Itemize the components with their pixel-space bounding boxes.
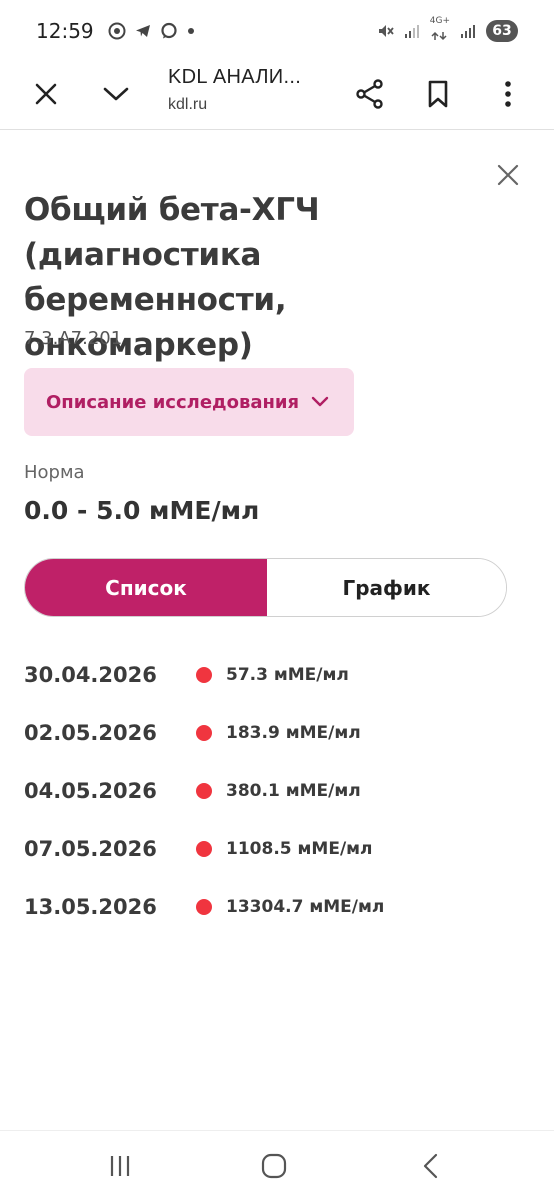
tab-graph[interactable]: График — [267, 559, 506, 616]
out-of-range-indicator — [196, 725, 212, 741]
page-url: kdl.ru — [168, 96, 208, 113]
test-code: 7.3.A7.201 — [24, 328, 123, 349]
result-value: 1108.5 мМЕ/мл — [226, 839, 373, 859]
signal-icon — [404, 25, 419, 38]
close-tab-button[interactable] — [24, 72, 68, 116]
home-icon — [261, 1153, 287, 1179]
more-vert-icon — [505, 81, 511, 107]
result-date: 04.05.2026 — [24, 779, 157, 803]
out-of-range-indicator — [196, 783, 212, 799]
norm-value: 0.0 - 5.0 мМЕ/мл — [24, 496, 260, 525]
close-icon — [35, 83, 57, 105]
more-options-button[interactable] — [486, 72, 530, 116]
view-toggle: Список График — [24, 558, 507, 617]
browser-toolbar: KDL АНАЛИ... kdl.ru — [0, 62, 554, 130]
network-indicator: 4G+ — [430, 17, 450, 45]
back-button[interactable] — [410, 1149, 450, 1183]
mute-icon — [378, 25, 394, 37]
results-list: 30.04.2026 57.3 мМЕ/мл 02.05.2026 183.9 … — [24, 646, 524, 936]
result-row: 07.05.2026 1108.5 мМЕ/мл — [24, 820, 524, 878]
chevron-down-icon — [311, 396, 329, 407]
result-row: 04.05.2026 380.1 мМЕ/мл — [24, 762, 524, 820]
status-time: 12:59 — [36, 19, 94, 43]
close-icon — [497, 164, 519, 186]
signal-icon-2 — [461, 25, 475, 38]
out-of-range-indicator — [196, 841, 212, 857]
description-label: Описание исследования — [46, 391, 300, 413]
result-row: 13.05.2026 13304.7 мМЕ/мл — [24, 878, 524, 936]
recents-icon — [110, 1156, 130, 1176]
bookmark-icon — [428, 80, 448, 108]
status-bar: 12:59 4G+ 63 — [0, 0, 554, 62]
chrome-icon — [108, 22, 126, 40]
network-type-label: 4G+ — [429, 16, 450, 26]
data-arrows-icon — [431, 31, 447, 41]
system-status-icons: 4G+ 63 — [376, 17, 518, 45]
result-row: 02.05.2026 183.9 мМЕ/мл — [24, 704, 524, 762]
result-date: 07.05.2026 — [24, 837, 157, 861]
dot-icon — [187, 28, 194, 34]
chat-bubble-icon — [161, 22, 177, 39]
tab-list[interactable]: Список — [25, 559, 267, 616]
description-toggle-button[interactable]: Описание исследования — [24, 368, 354, 436]
back-icon — [423, 1153, 438, 1179]
home-button[interactable] — [254, 1149, 294, 1183]
recents-button[interactable] — [100, 1149, 140, 1183]
result-value: 57.3 мМЕ/мл — [226, 665, 349, 685]
out-of-range-indicator — [196, 667, 212, 683]
result-date: 02.05.2026 — [24, 721, 157, 745]
result-date: 13.05.2026 — [24, 895, 157, 919]
telegram-icon — [135, 25, 150, 37]
collapse-button[interactable] — [94, 72, 138, 116]
bookmark-button[interactable] — [416, 72, 460, 116]
result-value: 13304.7 мМЕ/мл — [226, 897, 385, 917]
result-value: 183.9 мМЕ/мл — [226, 723, 361, 743]
share-button[interactable] — [348, 72, 392, 116]
share-icon — [356, 79, 383, 109]
result-row: 30.04.2026 57.3 мМЕ/мл — [24, 646, 524, 704]
chevron-down-icon — [103, 87, 129, 101]
battery-indicator: 63 — [486, 20, 518, 42]
page-tab-title: KDL АНАЛИ... — [168, 66, 302, 88]
system-nav-bar — [0, 1130, 554, 1200]
result-value: 380.1 мМЕ/мл — [226, 781, 361, 801]
out-of-range-indicator — [196, 899, 212, 915]
norm-label: Норма — [24, 462, 85, 483]
notification-icons — [108, 22, 196, 40]
result-date: 30.04.2026 — [24, 663, 157, 687]
